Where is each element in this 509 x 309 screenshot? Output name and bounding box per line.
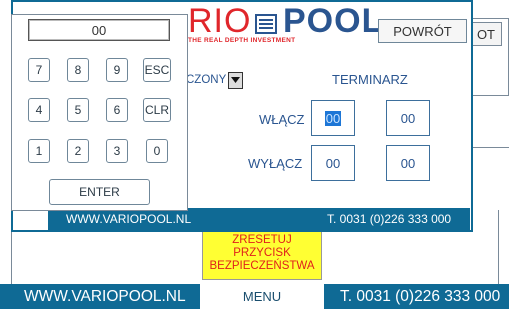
key-5[interactable]: 5	[67, 98, 89, 122]
back-button[interactable]: POWRÓT	[378, 19, 467, 43]
reset-line-1: ZRESETUJ	[232, 233, 292, 246]
logo-waves-icon	[255, 14, 277, 34]
mode-dropdown[interactable]: CZONY	[186, 71, 248, 89]
background-panel-right-strip	[498, 210, 509, 284]
key-2[interactable]: 2	[67, 139, 89, 163]
scheduler-footer-website: WWW.VARIOPOOL.NL	[66, 212, 192, 226]
key-9[interactable]: 9	[106, 58, 128, 82]
keypad-display: 00	[28, 19, 170, 41]
key-clr[interactable]: CLR	[143, 98, 171, 122]
key-enter[interactable]: ENTER	[49, 179, 150, 205]
key-esc[interactable]: ESC	[143, 58, 171, 82]
logo-pool-text: POOL	[283, 2, 384, 40]
off-hour-field[interactable]: 00	[311, 145, 355, 181]
background-panel-right-lower	[470, 96, 509, 148]
reset-line-3: BEZPIECZEŃSTWA	[209, 259, 315, 272]
on-hour-value: 00	[324, 110, 342, 126]
menu-button[interactable]: MENU	[200, 284, 324, 309]
scheduler-footer-phone: T. 0031 (0)226 333 000	[327, 212, 452, 226]
on-time-label: WŁĄCZ	[259, 112, 305, 127]
schedule-title: TERMINARZ	[332, 72, 408, 87]
bottom-bar-website: WWW.VARIOPOOL.NL	[24, 288, 186, 305]
key-3[interactable]: 3	[106, 139, 128, 163]
logo-rio-text: RIO	[188, 2, 252, 40]
logo-tagline: THE REAL DEPTH INVESTMENT	[188, 37, 296, 44]
key-8[interactable]: 8	[67, 58, 89, 82]
on-minute-field[interactable]: 00	[386, 100, 430, 136]
reset-safety-button[interactable]: ZRESETUJ PRZYCISK BEZPIECZEŃSTWA	[202, 226, 322, 280]
on-hour-field[interactable]: 00	[311, 100, 355, 136]
key-6[interactable]: 6	[106, 98, 128, 122]
off-time-label: WYŁĄCZ	[248, 156, 303, 171]
bottom-bar-phone: T. 0031 (0)226 333 000	[340, 288, 501, 305]
reset-line-2: PRZYCISK	[233, 246, 291, 259]
key-1[interactable]: 1	[28, 139, 50, 163]
mode-dropdown-value: CZONY	[186, 74, 227, 86]
key-0[interactable]: 0	[146, 139, 168, 163]
dropdown-arrow-icon[interactable]	[228, 71, 244, 89]
key-7[interactable]: 7	[28, 58, 50, 82]
key-4[interactable]: 4	[28, 98, 50, 122]
off-minute-field[interactable]: 00	[386, 145, 430, 181]
